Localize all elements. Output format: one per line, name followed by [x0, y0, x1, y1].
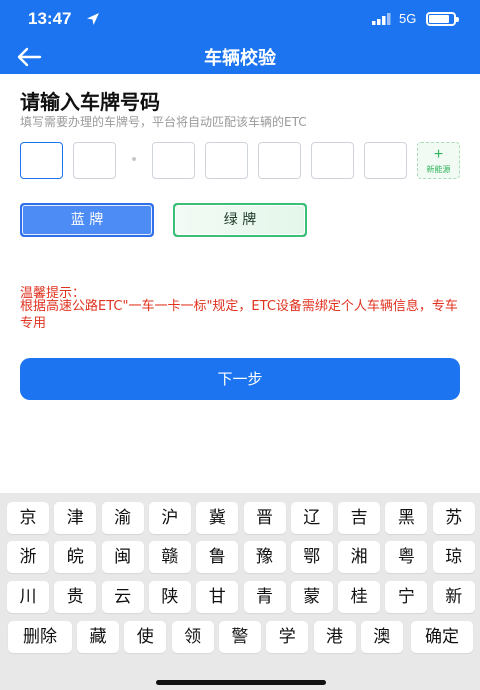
battery-level — [429, 15, 449, 23]
key-川[interactable]: 川 — [7, 581, 49, 613]
plate-input-6[interactable] — [311, 142, 354, 179]
key-桂[interactable]: 桂 — [338, 581, 381, 613]
key-宁[interactable]: 宁 — [385, 581, 428, 613]
plate-input-7[interactable] — [364, 142, 407, 179]
key-云[interactable]: 云 — [101, 581, 144, 613]
plate-input-4[interactable] — [205, 142, 248, 179]
key-晋[interactable]: 晋 — [243, 502, 286, 534]
confirm-key[interactable]: 确定 — [411, 621, 473, 653]
key-领[interactable]: 领 — [171, 621, 214, 653]
green-plate-button[interactable]: 绿 牌 — [173, 203, 307, 237]
key-警[interactable]: 警 — [218, 621, 261, 653]
home-indicator — [156, 680, 326, 685]
nav-bar: 车辆校验 — [0, 40, 480, 74]
key-冀[interactable]: 冀 — [196, 502, 239, 534]
key-港[interactable]: 港 — [313, 621, 356, 653]
plate-input-3[interactable] — [152, 142, 195, 179]
key-青[interactable]: 青 — [243, 581, 286, 613]
key-蒙[interactable]: 蒙 — [290, 581, 333, 613]
green-plate-label: 绿 牌 — [175, 205, 305, 235]
key-陕[interactable]: 陕 — [148, 581, 191, 613]
plus-icon: + — [433, 146, 444, 163]
key-鄂[interactable]: 鄂 — [290, 541, 333, 573]
plate-hint: 填写需要办理的车牌号，平台将自动匹配该车辆的ETC — [20, 115, 307, 129]
key-鲁[interactable]: 鲁 — [196, 541, 239, 573]
key-贵[interactable]: 贵 — [54, 581, 97, 613]
plate-input-1[interactable] — [20, 142, 63, 179]
key-甘[interactable]: 甘 — [196, 581, 239, 613]
key-渝[interactable]: 渝 — [101, 502, 144, 534]
new-energy-button[interactable]: + 新能源 — [417, 142, 460, 179]
new-energy-label: 新能源 — [426, 165, 451, 174]
key-津[interactable]: 津 — [54, 502, 97, 534]
key-澳[interactable]: 澳 — [360, 621, 403, 653]
key-闽[interactable]: 闽 — [101, 541, 144, 573]
key-琼[interactable]: 琼 — [432, 541, 475, 573]
key-粤[interactable]: 粤 — [385, 541, 428, 573]
key-吉[interactable]: 吉 — [338, 502, 381, 534]
delete-key[interactable]: 删除 — [8, 621, 72, 653]
signal-icon — [372, 13, 391, 25]
key-豫[interactable]: 豫 — [243, 541, 286, 573]
location-arrow-icon — [87, 13, 99, 25]
key-沪[interactable]: 沪 — [148, 502, 191, 534]
province-keyboard: 京津渝沪冀晋辽吉黑苏浙皖闽赣鲁豫鄂湘粤琼川贵云陕甘青蒙桂宁新删除藏使领警学港澳确… — [0, 493, 480, 690]
tip-body: 根据高速公路ETC"一车一卡一标"规定，ETC设备需绑定个人车辆信息，专车专用 — [20, 299, 458, 331]
key-皖[interactable]: 皖 — [54, 541, 97, 573]
plate-input-5[interactable] — [258, 142, 301, 179]
key-学[interactable]: 学 — [266, 621, 309, 653]
key-辽[interactable]: 辽 — [290, 502, 333, 534]
key-苏[interactable]: 苏 — [432, 502, 475, 534]
key-浙[interactable]: 浙 — [7, 541, 49, 573]
blue-plate-button[interactable]: 蓝 牌 — [20, 203, 154, 237]
plate-heading: 请输入车牌号码 — [20, 90, 160, 114]
plate-separator-dot — [132, 157, 136, 161]
key-赣[interactable]: 赣 — [148, 541, 191, 573]
key-京[interactable]: 京 — [7, 502, 49, 534]
key-使[interactable]: 使 — [124, 621, 167, 653]
key-藏[interactable]: 藏 — [77, 621, 119, 653]
network-type: 5G — [399, 11, 417, 26]
page-title: 车辆校验 — [204, 48, 276, 69]
next-step-button[interactable]: 下一步 — [20, 358, 460, 400]
battery-icon — [426, 12, 459, 26]
key-湘[interactable]: 湘 — [338, 541, 381, 573]
status-time: 13:47 — [28, 9, 72, 28]
plate-input-2[interactable] — [73, 142, 116, 179]
status-bar: 13:47 5G — [0, 0, 480, 40]
blue-plate-label: 蓝 牌 — [22, 205, 152, 235]
key-新[interactable]: 新 — [432, 581, 475, 613]
key-黑[interactable]: 黑 — [385, 502, 428, 534]
